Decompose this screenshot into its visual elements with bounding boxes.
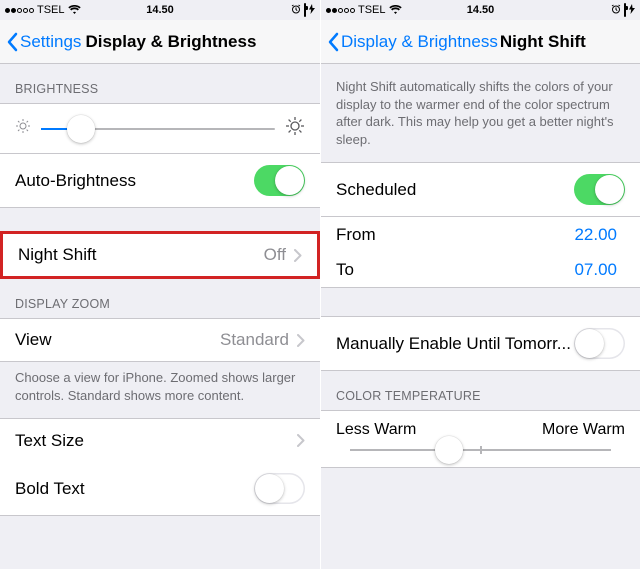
chevron-right-icon [294,249,302,262]
color-temperature-slider[interactable]: Less Warm More Warm [321,410,640,468]
row-auto-brightness: Auto-Brightness [0,153,320,208]
row-bold-text: Bold Text [0,462,320,516]
alarm-icon [291,4,301,17]
cell-label: Manually Enable Until Tomorr... [336,334,574,354]
sun-small-icon [15,118,31,139]
row-scheduled: Scheduled [321,162,640,216]
row-manual-enable: Manually Enable Until Tomorr... [321,316,640,371]
toggle-manual-enable[interactable] [574,328,625,359]
nav-bar: Settings Display & Brightness [0,20,320,64]
cell-value: Off [264,245,286,265]
signal-strength-icon [5,8,34,13]
cell-label: Scheduled [336,180,574,200]
cell-label: To [336,260,574,280]
slider-thumb[interactable] [435,436,463,464]
nav-title: Night Shift [500,32,586,52]
toggle-scheduled[interactable] [574,174,625,205]
cell-value: Standard [220,330,289,350]
nav-title: Display & Brightness [85,32,256,52]
slider-track[interactable] [350,449,611,451]
wifi-icon [68,5,81,15]
carrier-label: TSEL [37,4,65,16]
signal-strength-icon [326,8,355,13]
cell-label: Auto-Brightness [15,171,254,191]
label-more-warm: More Warm [542,421,625,439]
slider-track[interactable] [41,128,275,130]
row-text-size[interactable]: Text Size [0,418,320,462]
cell-value: 22.00 [574,225,617,245]
battery-icon [624,4,626,16]
sun-large-icon [285,116,305,141]
content: Night Shift automatically shifts the col… [321,64,640,569]
section-header-color-temperature: COLOR TEMPERATURE [321,371,640,410]
back-button[interactable]: Display & Brightness [327,32,498,52]
charging-icon [309,4,315,17]
cell-label: Bold Text [15,479,254,499]
cell-label: View [15,330,220,350]
row-from[interactable]: From 22.00 [321,216,640,252]
cell-value: 07.00 [574,260,617,280]
cell-label: Night Shift [18,245,264,265]
section-footer-display-zoom: Choose a view for iPhone. Zoomed shows l… [0,362,320,412]
cell-label: Text Size [15,431,297,451]
section-header-display-zoom: DISPLAY ZOOM [0,279,320,318]
nav-bar: Display & Brightness Night Shift [321,20,640,64]
cell-label: From [336,225,574,245]
row-night-shift[interactable]: Night Shift Off [0,231,320,279]
status-time: 14.50 [146,4,174,16]
status-time: 14.50 [467,4,495,16]
status-bar: TSEL 14.50 [0,0,320,20]
alarm-icon [611,4,621,17]
carrier-label: TSEL [358,4,386,16]
chevron-left-icon [327,32,339,52]
back-label: Display & Brightness [341,32,498,52]
back-label: Settings [20,32,81,52]
label-less-warm: Less Warm [336,421,416,439]
row-to[interactable]: To 07.00 [321,252,640,288]
chevron-right-icon [297,434,305,447]
screen-display-brightness: TSEL 14.50 Settings Display & Brightness… [0,0,320,569]
battery-icon [304,4,306,16]
toggle-bold-text[interactable] [254,473,305,504]
wifi-icon [389,5,402,15]
charging-icon [629,4,635,17]
toggle-auto-brightness[interactable] [254,165,305,196]
back-button[interactable]: Settings [6,32,81,52]
brightness-slider[interactable] [0,103,320,153]
slider-thumb[interactable] [67,115,95,143]
content: BRIGHTNESS Auto-Brightness Night Shift O… [0,64,320,569]
status-bar: TSEL 14.50 [321,0,640,20]
screen-night-shift: TSEL 14.50 Display & Brightness Night Sh… [320,0,640,569]
intro-text: Night Shift automatically shifts the col… [321,64,640,162]
slider-tick [480,446,482,454]
section-header-brightness: BRIGHTNESS [0,64,320,103]
chevron-right-icon [297,334,305,347]
row-view[interactable]: View Standard [0,318,320,362]
chevron-left-icon [6,32,18,52]
